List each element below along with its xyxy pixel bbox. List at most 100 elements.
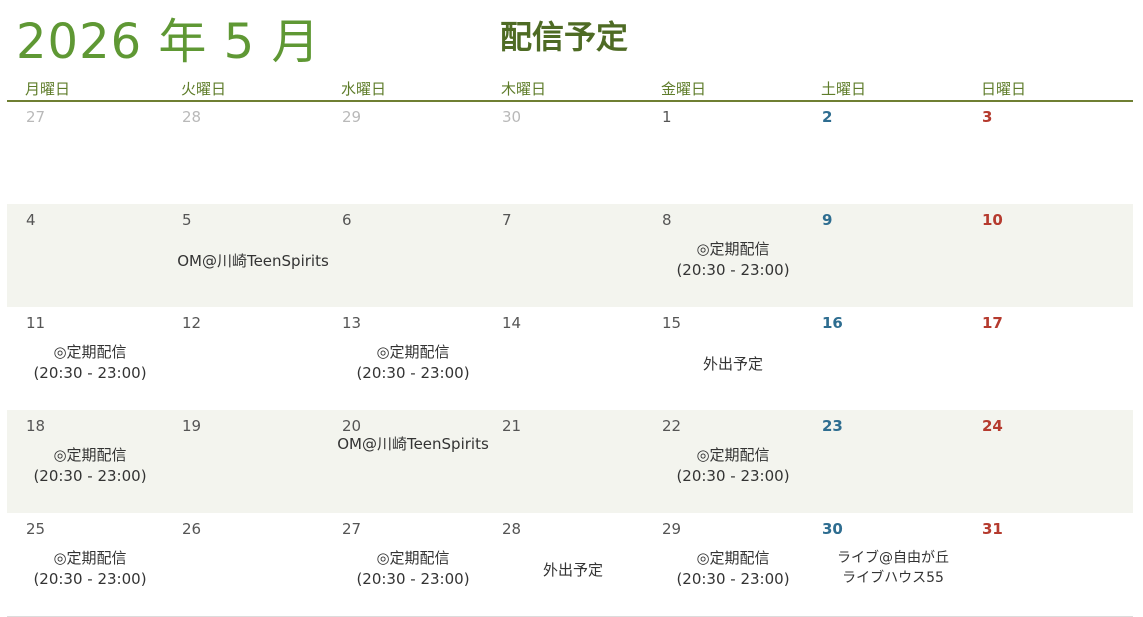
day-number: 10 bbox=[982, 211, 1003, 229]
event-detail: (20:30 - 23:00) bbox=[33, 467, 147, 485]
calendar-day-cell-sunday[interactable]: 17 bbox=[973, 307, 1133, 410]
calendar-day-cell-thursday[interactable]: 14 bbox=[493, 307, 653, 410]
calendar-day-cell-saturday[interactable]: 16 bbox=[813, 307, 973, 410]
calendar-day-cell-friday[interactable]: 8 ◎定期配信 (20:30 - 23:00) bbox=[653, 204, 813, 307]
calendar-day-cell-monday[interactable]: 4 bbox=[7, 204, 173, 307]
calendar-grid: 27 28 29 30 1 2 3 4 5 OM@川崎TeenSpirits 6 7 8 ◎定期配信 (20… bbox=[7, 101, 1133, 617]
calendar-event[interactable]: ◎定期配信 (20:30 - 23:00) bbox=[653, 548, 813, 590]
weekday-saturday: 土曜日 bbox=[821, 80, 867, 98]
calendar-day-cell-monday[interactable]: 25 ◎定期配信 (20:30 - 23:00) bbox=[7, 513, 173, 616]
calendar-day-cell-friday[interactable]: 15 外出予定 bbox=[653, 307, 813, 410]
event-title: ◎定期配信 bbox=[53, 549, 127, 567]
calendar-day-cell-wednesday[interactable]: 13 ◎定期配信 (20:30 - 23:00) bbox=[333, 307, 493, 410]
calendar-day-cell-monday[interactable]: 27 bbox=[7, 101, 173, 204]
calendar-event[interactable]: ◎定期配信 (20:30 - 23:00) bbox=[7, 445, 173, 487]
day-number: 27 bbox=[26, 108, 46, 126]
calendar-day-cell-saturday[interactable]: 23 bbox=[813, 410, 973, 513]
calendar-day-cell-monday[interactable]: 11 ◎定期配信 (20:30 - 23:00) bbox=[7, 307, 173, 410]
day-number: 24 bbox=[982, 417, 1003, 435]
day-number: 25 bbox=[26, 520, 46, 538]
event-title: OM@川崎TeenSpirits bbox=[177, 252, 329, 270]
calendar-day-cell-saturday[interactable]: 9 bbox=[813, 204, 973, 307]
calendar-day-cell-thursday[interactable]: 7 bbox=[493, 204, 653, 307]
event-title: ◎定期配信 bbox=[53, 343, 127, 361]
calendar-event[interactable]: ◎定期配信 (20:30 - 23:00) bbox=[7, 548, 173, 590]
calendar-event[interactable]: ◎定期配信 (20:30 - 23:00) bbox=[333, 548, 493, 590]
calendar-day-cell-tuesday[interactable]: 28 bbox=[173, 101, 333, 204]
calendar-day-cell-sunday[interactable]: 31 bbox=[973, 513, 1133, 616]
calendar-day-cell-wednesday[interactable]: 20 OM@川崎TeenSpirits bbox=[333, 410, 493, 513]
day-number: 16 bbox=[822, 314, 843, 332]
calendar-day-cell-friday[interactable]: 22 ◎定期配信 (20:30 - 23:00) bbox=[653, 410, 813, 513]
day-number: 30 bbox=[502, 108, 522, 126]
day-number: 18 bbox=[26, 417, 46, 435]
event-detail: ライブハウス55 bbox=[842, 570, 944, 586]
calendar-day-cell-wednesday[interactable]: 6 bbox=[333, 204, 493, 307]
event-title: ◎定期配信 bbox=[696, 240, 770, 258]
calendar-event[interactable]: 外出予定 bbox=[653, 354, 813, 375]
calendar-day-cell-tuesday[interactable]: 12 bbox=[173, 307, 333, 410]
month-title: 2026 年 5 月 bbox=[16, 14, 321, 70]
calendar-week-row: 11 ◎定期配信 (20:30 - 23:00) 12 13 ◎定期配信 (20:30 - … bbox=[7, 307, 1133, 410]
calendar-day-cell-sunday[interactable]: 24 bbox=[973, 410, 1133, 513]
calendar-event[interactable]: ◎定期配信 (20:30 - 23:00) bbox=[7, 342, 173, 384]
event-title: 外出予定 bbox=[542, 561, 603, 579]
calendar-event[interactable]: ◎定期配信 (20:30 - 23:00) bbox=[333, 342, 493, 384]
weekday-monday: 月曜日 bbox=[25, 80, 71, 98]
day-number: 8 bbox=[662, 211, 672, 229]
day-number: 23 bbox=[822, 417, 843, 435]
calendar-day-cell-friday[interactable]: 1 bbox=[653, 101, 813, 204]
day-number: 3 bbox=[982, 108, 993, 126]
calendar-day-cell-tuesday[interactable]: 19 bbox=[173, 410, 333, 513]
weekday-thursday: 木曜日 bbox=[501, 80, 547, 98]
calendar-week-row: 18 ◎定期配信 (20:30 - 23:00) 19 20 OM@川崎TeenSpiri… bbox=[7, 410, 1133, 513]
event-title: ◎定期配信 bbox=[696, 549, 770, 567]
calendar-day-cell-thursday[interactable]: 21 bbox=[493, 410, 653, 513]
calendar-day-cell-friday[interactable]: 29 ◎定期配信 (20:30 - 23:00) bbox=[653, 513, 813, 616]
event-title: ◎定期配信 bbox=[376, 343, 450, 361]
event-detail: (20:30 - 23:00) bbox=[676, 261, 790, 279]
day-number: 13 bbox=[342, 314, 362, 332]
calendar-event[interactable]: OM@川崎TeenSpirits bbox=[173, 251, 333, 272]
day-number: 7 bbox=[502, 211, 512, 229]
event-detail: (20:30 - 23:00) bbox=[356, 364, 470, 382]
calendar-day-cell-monday[interactable]: 18 ◎定期配信 (20:30 - 23:00) bbox=[7, 410, 173, 513]
calendar-day-cell-thursday[interactable]: 28 外出予定 bbox=[493, 513, 653, 616]
day-number: 15 bbox=[662, 314, 682, 332]
calendar-day-cell-sunday[interactable]: 10 bbox=[973, 204, 1133, 307]
calendar-event[interactable]: ライブ@自由が丘 ライブハウス55 bbox=[813, 548, 973, 588]
weekday-header-row: 月曜日 火曜日 水曜日 木曜日 金曜日 土曜日 日曜日 bbox=[7, 76, 1133, 102]
day-number: 29 bbox=[342, 108, 362, 126]
weekday-sunday: 日曜日 bbox=[981, 80, 1027, 98]
day-number: 31 bbox=[982, 520, 1003, 538]
day-number: 14 bbox=[502, 314, 522, 332]
day-number: 28 bbox=[182, 108, 202, 126]
calendar-day-cell-saturday[interactable]: 2 bbox=[813, 101, 973, 204]
day-number: 20 bbox=[342, 417, 362, 435]
calendar-day-cell-thursday[interactable]: 30 bbox=[493, 101, 653, 204]
calendar-week-row: 4 5 OM@川崎TeenSpirits 6 7 8 ◎定期配信 (20:30 - 23:00… bbox=[7, 204, 1133, 307]
calendar-event[interactable]: ◎定期配信 (20:30 - 23:00) bbox=[653, 445, 813, 487]
day-number: 22 bbox=[662, 417, 682, 435]
event-detail: (20:30 - 23:00) bbox=[33, 364, 147, 382]
event-title: OM@川崎TeenSpirits bbox=[337, 435, 489, 453]
day-number: 4 bbox=[26, 211, 36, 229]
calendar-event[interactable]: OM@川崎TeenSpirits bbox=[333, 434, 493, 455]
day-number: 19 bbox=[182, 417, 202, 435]
day-number: 29 bbox=[662, 520, 682, 538]
day-number: 17 bbox=[982, 314, 1003, 332]
day-number: 1 bbox=[662, 108, 672, 126]
day-number: 12 bbox=[182, 314, 202, 332]
page-title: 配信予定 bbox=[500, 18, 629, 56]
day-number: 21 bbox=[502, 417, 522, 435]
calendar-day-cell-wednesday[interactable]: 29 bbox=[333, 101, 493, 204]
calendar-event[interactable]: 外出予定 bbox=[493, 560, 653, 581]
event-title: ◎定期配信 bbox=[53, 446, 127, 464]
calendar-day-cell-tuesday[interactable]: 26 bbox=[173, 513, 333, 616]
calendar-event[interactable]: ◎定期配信 (20:30 - 23:00) bbox=[653, 239, 813, 281]
calendar-day-cell-saturday[interactable]: 30 ライブ@自由が丘 ライブハウス55 bbox=[813, 513, 973, 616]
calendar-day-cell-sunday[interactable]: 3 bbox=[973, 101, 1133, 204]
day-number: 9 bbox=[822, 211, 833, 229]
calendar-day-cell-tuesday[interactable]: 5 OM@川崎TeenSpirits bbox=[173, 204, 333, 307]
calendar-day-cell-wednesday[interactable]: 27 ◎定期配信 (20:30 - 23:00) bbox=[333, 513, 493, 616]
